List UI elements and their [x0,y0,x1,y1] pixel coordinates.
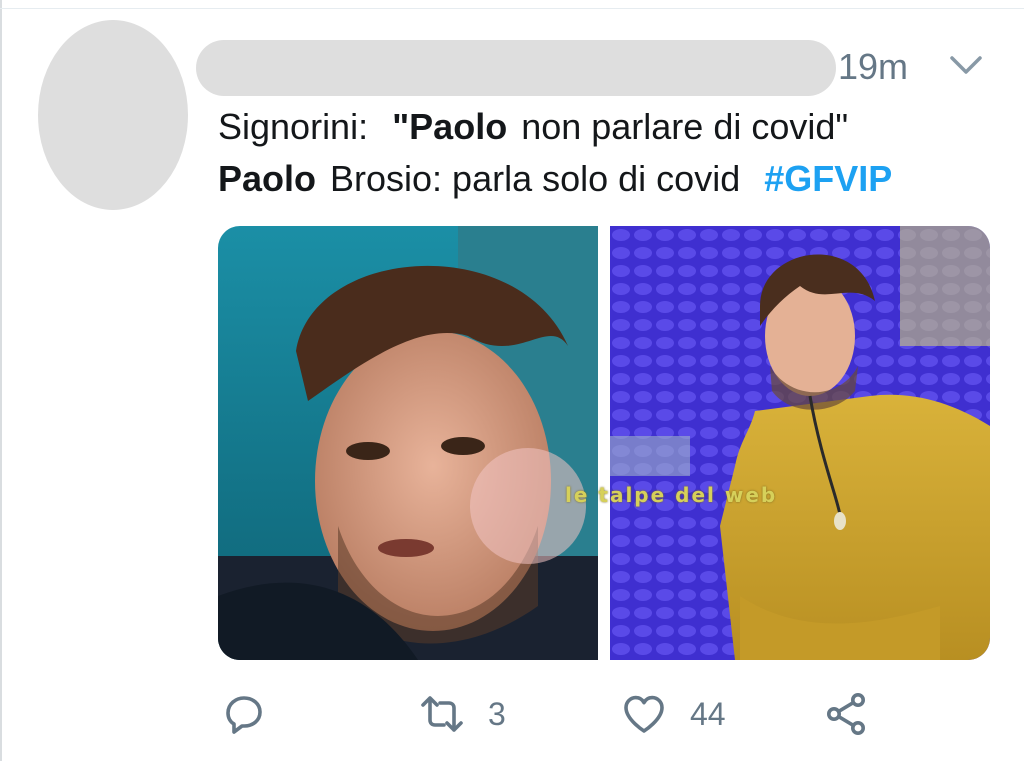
media-photo-right[interactable] [610,226,990,660]
quote-mark: " [392,106,410,147]
reply-button[interactable] [220,690,290,738]
photo-closeup [218,226,598,660]
retweet-count: 3 [488,695,506,732]
retweet-button[interactable]: 3 [418,690,506,738]
top-divider [0,8,1024,9]
tweet-text-line-1: Signorini: "Paolo non parlare di covid" [218,106,848,148]
retweet-icon [421,696,463,732]
like-button[interactable]: 44 [620,690,726,738]
name-paolo-2: Paolo [218,158,317,199]
left-border [0,0,2,761]
brosio-text: Brosio: parla solo di covid [330,158,741,199]
avatar-redacted[interactable] [38,20,188,210]
share-icon [827,693,865,735]
tweet-actions: 3 44 [0,690,1024,750]
tweet-text-line-2: Paolo Brosio: parla solo di covid #GFVIP [218,158,892,200]
tweet-media[interactable] [218,226,990,660]
author-name-redacted [196,40,836,96]
reply-icon [226,696,262,734]
media-gap [598,226,610,660]
media-photo-left[interactable] [218,226,598,660]
like-count: 44 [690,695,726,732]
hashtag-link[interactable]: #GFVIP [764,158,892,199]
name-paolo-1: Paolo [409,106,508,147]
photo-sofa [610,226,990,660]
caret-down-icon[interactable] [946,52,986,78]
share-button[interactable] [822,690,870,738]
tweet-timestamp[interactable]: 19m [838,46,908,88]
quote-rest: non parlare di covid" [521,106,849,147]
like-icon [624,695,664,733]
watermark-le-talpe: le talpe del web [565,483,778,507]
speaker-text: Signorini: [218,106,369,147]
